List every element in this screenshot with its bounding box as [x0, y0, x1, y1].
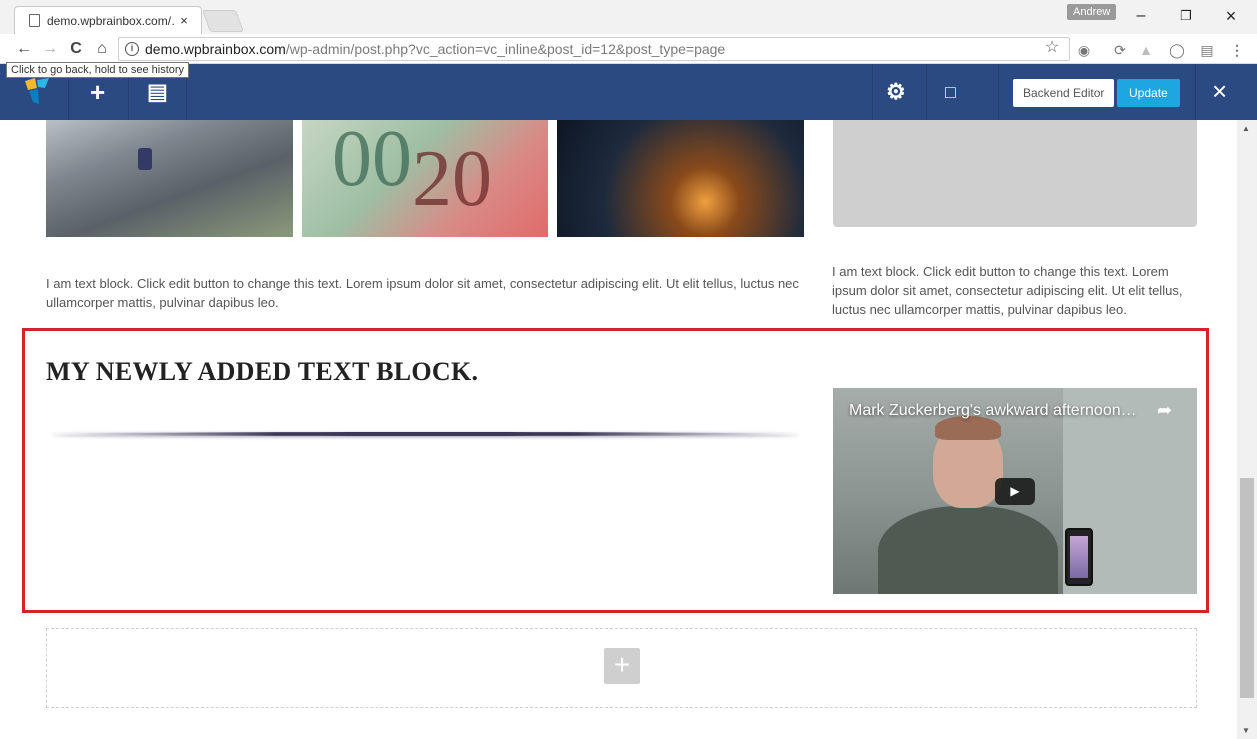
add-element-button[interactable]: + — [604, 648, 640, 684]
address-bar-row: ← → C ⌂ i demo.wpbrainbox.com/wp-admin/p… — [0, 34, 1257, 64]
scroll-up-arrow-icon[interactable]: ▲ — [1242, 124, 1250, 133]
reader-extension-icon[interactable]: ▤ — [1199, 42, 1215, 58]
back-arrow-icon[interactable]: ← — [14, 39, 34, 59]
update-button[interactable]: Update — [1117, 79, 1180, 107]
sync-extension-icon[interactable]: ⟳ — [1112, 42, 1128, 58]
toolbar-divider — [926, 64, 927, 120]
tab-close-icon[interactable]: × — [175, 13, 193, 28]
scroll-thumb[interactable] — [1240, 478, 1254, 698]
profile-badge[interactable]: Andrew — [1067, 4, 1117, 20]
menu-kebab-icon[interactable]: ⋮ — [1229, 42, 1245, 58]
road-image[interactable] — [46, 120, 293, 237]
new-tab-button[interactable] — [201, 10, 245, 32]
play-button[interactable]: ▶ — [995, 478, 1035, 505]
page-canvas: 00 20 I am text block. Click edit button… — [0, 120, 1237, 739]
home-icon[interactable]: ⌂ — [92, 39, 112, 59]
video-person-body — [878, 506, 1058, 594]
toolbar-divider — [998, 64, 999, 120]
video-phone — [1065, 528, 1093, 586]
back-tooltip: Click to go back, hold to see history — [6, 62, 190, 78]
toolbar-divider — [1195, 64, 1196, 120]
url-field[interactable]: i demo.wpbrainbox.com/wp-admin/post.php?… — [118, 37, 1070, 61]
vc-logo-icon[interactable] — [25, 78, 49, 104]
browser-tab[interactable]: demo.wpbrainbox.com/… × — [14, 6, 202, 34]
close-editor-icon[interactable]: × — [1212, 77, 1227, 105]
new-text-block-heading[interactable]: MY NEWLY ADDED TEXT BLOCK. — [46, 357, 478, 387]
android-extension-icon[interactable]: ▲ — [1138, 42, 1154, 58]
bookmark-star-icon[interactable]: ☆ — [1044, 40, 1060, 56]
share-icon[interactable]: ➦ — [1157, 400, 1172, 421]
text-block-right[interactable]: I am text block. Click edit button to ch… — [832, 262, 1200, 319]
skype-extension-icon[interactable]: ◯ — [1169, 42, 1185, 58]
browser-titlebar: demo.wpbrainbox.com/… × Andrew – ❐ × — [0, 0, 1257, 34]
page-scrollbar[interactable]: ▲ ▼ — [1237, 120, 1257, 739]
camera-extension-icon[interactable]: ◉ — [1076, 42, 1092, 58]
city-night-image[interactable] — [557, 120, 804, 237]
reload-icon[interactable]: C — [66, 39, 86, 59]
toolbar-divider — [872, 64, 873, 120]
scroll-down-arrow-icon[interactable]: ▼ — [1242, 726, 1250, 735]
text-block-left[interactable]: I am text block. Click edit button to ch… — [46, 274, 806, 312]
placeholder-image[interactable] — [833, 120, 1197, 227]
video-player[interactable]: Mark Zuckerberg's awkward afternoon… ➦ ▶ — [833, 388, 1197, 594]
minimize-icon[interactable]: – — [1131, 6, 1151, 26]
templates-icon[interactable]: ▤ — [147, 81, 168, 103]
tab-title: demo.wpbrainbox.com/… — [47, 13, 175, 28]
add-row-zone: + — [46, 628, 1197, 708]
separator-line[interactable] — [52, 432, 798, 436]
info-icon[interactable]: i — [125, 42, 139, 56]
url-path: /wp-admin/post.php?vc_action=vc_inline&p… — [285, 41, 726, 57]
page-icon — [29, 14, 40, 27]
banknotes-image[interactable]: 00 20 — [302, 120, 548, 237]
video-title[interactable]: Mark Zuckerberg's awkward afternoon… — [849, 402, 1137, 420]
settings-gear-icon[interactable]: ⚙ — [886, 81, 906, 103]
car-shape — [138, 148, 152, 170]
responsive-preview-icon[interactable]: □ — [945, 82, 956, 102]
banknote-digits: 00 — [332, 120, 412, 203]
banknote-digits: 20 — [412, 135, 492, 223]
url-host: demo.wpbrainbox.com — [145, 41, 286, 57]
forward-arrow-icon[interactable]: → — [40, 39, 60, 59]
add-element-icon[interactable]: + — [90, 79, 105, 105]
restore-icon[interactable]: ❐ — [1176, 6, 1196, 26]
window-close-icon[interactable]: × — [1221, 6, 1241, 26]
backend-editor-button[interactable]: Backend Editor — [1013, 79, 1115, 107]
